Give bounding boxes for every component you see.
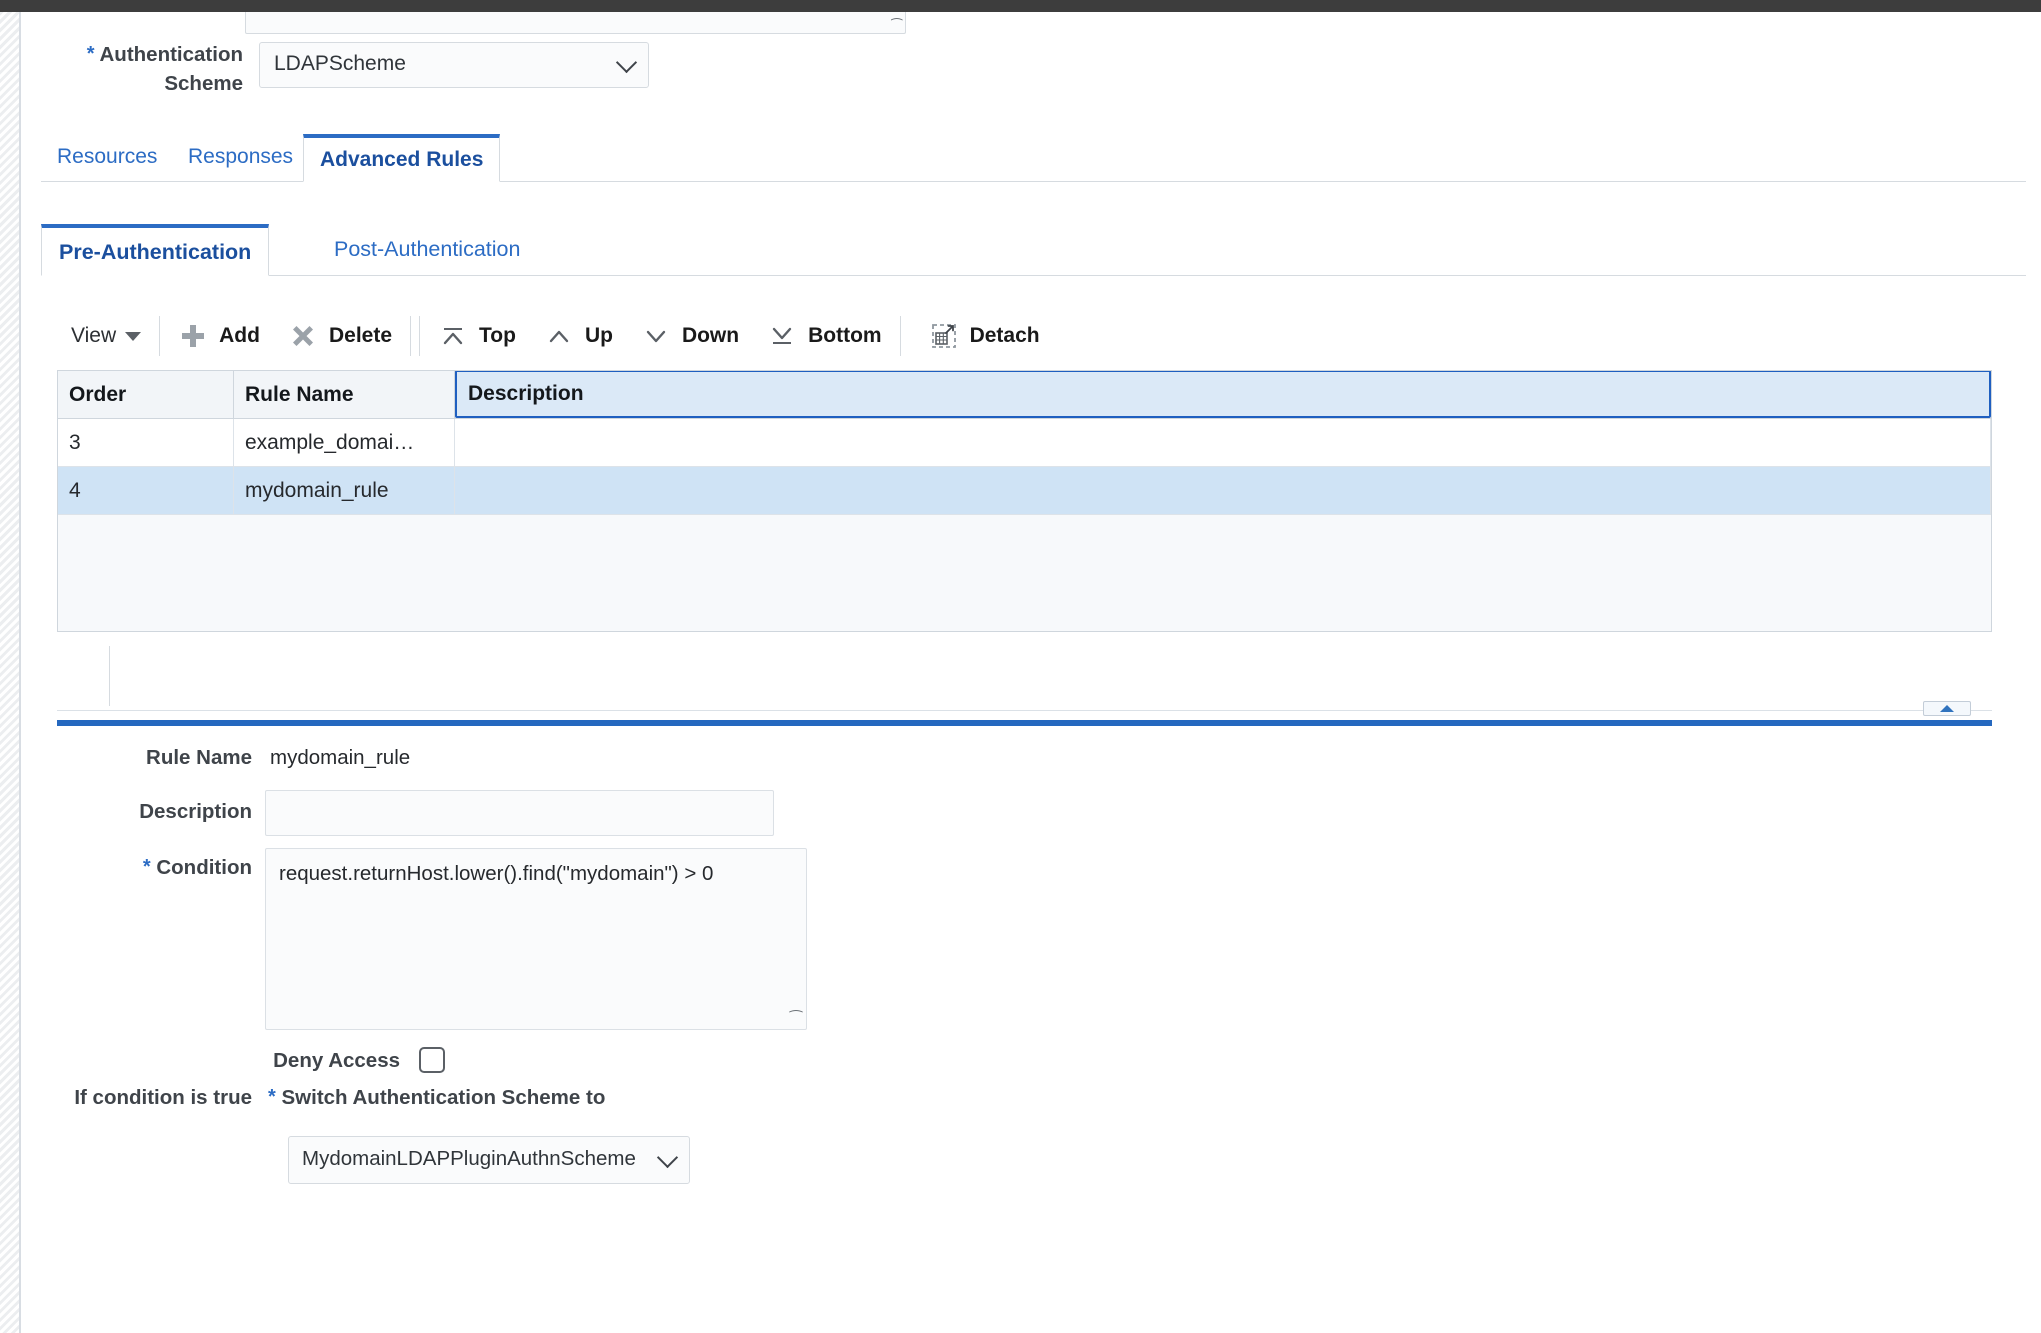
move-up-button[interactable]: Up xyxy=(530,307,627,365)
condition-label-text: Condition xyxy=(156,856,252,879)
tab-resources[interactable]: Resources xyxy=(41,134,173,182)
add-button[interactable]: Add xyxy=(164,307,274,365)
view-menu-button[interactable]: View xyxy=(57,307,155,365)
chevron-down-icon xyxy=(641,321,671,351)
delete-button[interactable]: Delete xyxy=(274,307,406,365)
detach-icon xyxy=(929,321,959,351)
cell-description xyxy=(455,467,1991,515)
sub-tab-strip: Pre-Authentication Post-Authentication xyxy=(41,224,2026,276)
column-header-order[interactable]: Order xyxy=(58,371,234,419)
authentication-scheme-label: * Authentication Scheme xyxy=(33,40,243,98)
switch-authentication-scheme-label: * Switch Authentication Scheme to xyxy=(268,1086,868,1110)
condition-value: request.returnHost.lower().find("mydomai… xyxy=(279,862,714,885)
detach-button[interactable]: Detach xyxy=(915,307,1054,365)
column-header-rule-name[interactable]: Rule Name xyxy=(234,371,455,419)
table-header-row: Order Rule Name Description xyxy=(58,371,1991,419)
move-top-button[interactable]: Top xyxy=(424,307,530,365)
move-down-button-label: Down xyxy=(681,324,740,347)
description-input[interactable] xyxy=(265,790,774,836)
rule-name-value: mydomain_rule xyxy=(270,746,411,769)
deny-access-label: Deny Access xyxy=(273,1049,400,1072)
required-asterisk-icon: * xyxy=(86,43,95,65)
toolbar-divider xyxy=(419,316,420,356)
close-x-icon xyxy=(288,321,318,351)
plus-icon xyxy=(178,321,208,351)
switch-authentication-scheme-select[interactable]: MydomainLDAPPluginAuthnScheme xyxy=(288,1136,690,1184)
table-empty-filler xyxy=(58,515,1991,631)
move-bottom-button[interactable]: Bottom xyxy=(753,307,895,365)
description-label: Description xyxy=(139,800,252,823)
splitter-collapse-button[interactable] xyxy=(1923,701,1971,716)
cell-description xyxy=(455,419,1991,467)
condition-label: * Condition xyxy=(23,856,252,880)
table-toolbar: View Add Delete Top Up Down Bottom Detac… xyxy=(57,307,1992,365)
condition-textarea[interactable]: request.returnHost.lower().find("mydomai… xyxy=(265,848,807,1030)
authentication-scheme-label-text: Authentication Scheme xyxy=(99,43,244,95)
switch-authentication-scheme-value: MydomainLDAPPluginAuthnScheme xyxy=(302,1147,636,1170)
cell-rule-name: mydomain_rule xyxy=(234,467,455,515)
required-asterisk-icon: * xyxy=(142,856,151,878)
triangle-up-icon xyxy=(1940,705,1954,712)
move-to-top-icon xyxy=(438,321,468,351)
view-menu-label: View xyxy=(71,324,117,347)
left-hatched-gutter xyxy=(0,12,21,1333)
table-row[interactable]: 3 example_domai… xyxy=(58,419,1991,467)
add-button-label: Add xyxy=(219,324,260,347)
tab-responses[interactable]: Responses xyxy=(172,134,309,182)
main-tab-strip: Resources Responses Advanced Rules xyxy=(41,134,2026,182)
chevron-down-icon[interactable] xyxy=(656,1146,679,1169)
splitter-accent-bar[interactable] xyxy=(57,720,1992,726)
deny-access-checkbox[interactable] xyxy=(419,1047,445,1073)
splitter-zone xyxy=(57,640,1992,718)
authentication-scheme-value: LDAPScheme xyxy=(274,52,406,75)
page-canvas: ⁀ * Authentication Scheme LDAPScheme Res… xyxy=(23,12,2041,1333)
move-to-bottom-icon xyxy=(767,321,797,351)
move-up-button-label: Up xyxy=(584,324,613,347)
window-top-strip xyxy=(0,0,2041,12)
cell-rule-name: example_domai… xyxy=(234,419,455,467)
resize-grip-icon[interactable]: ⁀ xyxy=(890,18,902,33)
tab-advanced-rules[interactable]: Advanced Rules xyxy=(303,134,501,182)
cell-order: 3 xyxy=(58,419,234,467)
move-top-button-label: Top xyxy=(479,324,516,347)
chevron-down-icon xyxy=(125,331,142,341)
chevron-up-icon xyxy=(544,321,574,351)
rule-detail-form: Rule Name mydomain_rule Description * Co… xyxy=(23,738,2041,1298)
authentication-scheme-row: * Authentication Scheme LDAPScheme xyxy=(23,40,823,100)
if-condition-is-true-label: If condition is true xyxy=(74,1086,252,1109)
switch-authentication-scheme-label-text: Switch Authentication Scheme to xyxy=(281,1086,606,1109)
detach-button-label: Detach xyxy=(969,324,1040,347)
toolbar-divider xyxy=(410,316,411,356)
rule-name-label: Rule Name xyxy=(146,746,252,769)
toolbar-divider xyxy=(899,316,901,356)
required-asterisk-icon: * xyxy=(268,1086,276,1108)
column-header-description[interactable]: Description xyxy=(455,371,1991,418)
move-down-button[interactable]: Down xyxy=(627,307,753,365)
move-bottom-button-label: Bottom xyxy=(808,324,882,347)
splitter-horizontal-line xyxy=(57,710,1992,711)
chevron-down-icon[interactable] xyxy=(615,51,638,74)
resize-grip-icon[interactable]: ⁀ xyxy=(788,1011,802,1028)
upper-textarea-clipped[interactable]: ⁀ xyxy=(245,12,906,34)
subtab-pre-authentication[interactable]: Pre-Authentication xyxy=(41,224,270,276)
subtab-post-authentication[interactable]: Post-Authentication xyxy=(317,224,537,276)
authentication-scheme-select[interactable]: LDAPScheme xyxy=(259,42,649,88)
splitter-vertical-tick xyxy=(109,646,110,706)
toolbar-divider xyxy=(159,316,161,356)
cell-order: 4 xyxy=(58,467,234,515)
delete-button-label: Delete xyxy=(328,324,392,347)
advanced-rules-table: Order Rule Name Description 3 example_do… xyxy=(57,370,1992,632)
table-row[interactable]: 4 mydomain_rule xyxy=(58,467,1991,515)
